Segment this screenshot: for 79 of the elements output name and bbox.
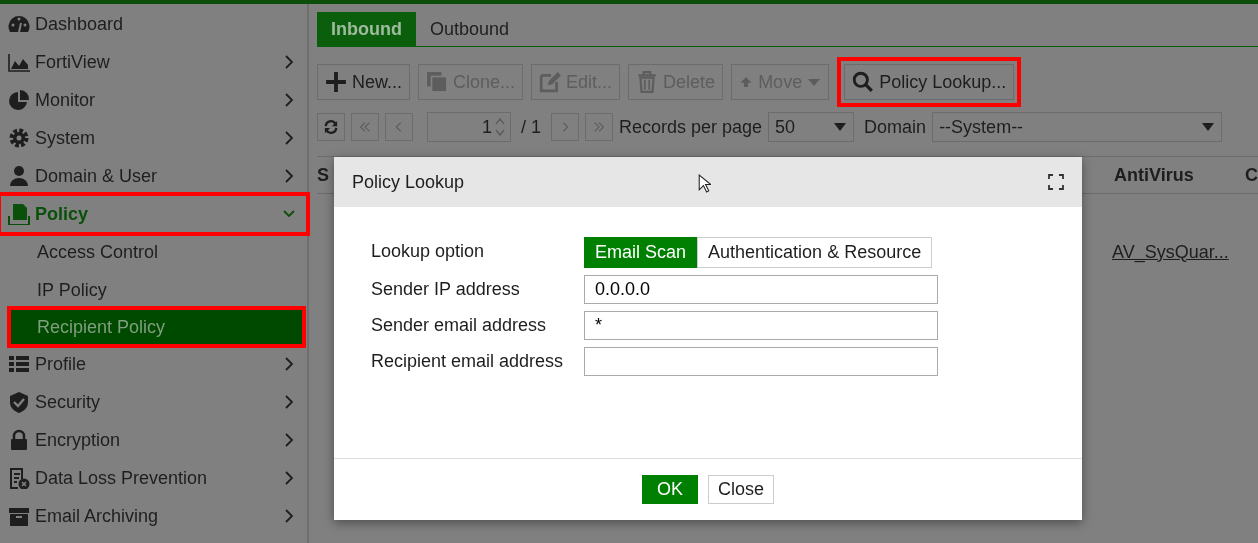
plus-icon	[325, 71, 347, 93]
column-header: C	[1245, 163, 1258, 187]
toolbar-button[interactable]: Policy Lookup...	[844, 64, 1015, 100]
first-page-button[interactable]	[351, 113, 379, 141]
field-label: Recipient email address	[371, 350, 565, 373]
sidebar-item[interactable]: Recipient Policy	[10, 309, 303, 345]
sidebar-item[interactable]: Monitor	[0, 81, 307, 119]
chevron-right-icon	[283, 509, 295, 523]
chevron-right-icon	[283, 55, 295, 69]
chevron-right-icon	[283, 93, 295, 107]
option-button[interactable]: Authentication & Resource	[697, 237, 933, 268]
refresh-button[interactable]	[317, 113, 345, 141]
toolbar-button[interactable]: New...	[317, 64, 410, 100]
maximize-icon[interactable]	[1048, 174, 1064, 190]
sidebar-item[interactable]: Email Archiving	[0, 497, 307, 535]
sidebar-item[interactable]: Dashboard	[0, 5, 307, 43]
previous-page-button[interactable]	[385, 113, 413, 141]
field-label: Lookup option	[371, 240, 486, 263]
copy-icon	[426, 71, 448, 93]
domain-label: Domain	[864, 115, 927, 139]
refresh-icon	[324, 119, 338, 135]
chevron-right-icon	[283, 471, 295, 485]
ok-button[interactable]: OK	[641, 475, 698, 504]
tab[interactable]: Inbound	[317, 12, 416, 46]
cursor-icon	[698, 174, 711, 193]
sidebar-item[interactable]: Policy	[0, 195, 307, 233]
last-page-button[interactable]	[585, 113, 613, 141]
next-page-button[interactable]	[551, 113, 579, 141]
sidebar-item[interactable]: System	[0, 119, 307, 157]
arrow-up-icon	[739, 75, 754, 89]
sidebar-item[interactable]: Access Control	[0, 233, 307, 271]
page-total: / 1	[521, 115, 541, 139]
caret-down-icon	[833, 122, 848, 132]
user-icon	[7, 165, 31, 187]
column-header: AntiVirus	[1114, 163, 1195, 187]
records-label: Records per page	[619, 115, 763, 139]
chevron-right-icon	[283, 131, 295, 145]
dialog-title: Policy Lookup	[352, 170, 465, 194]
shield-check-icon	[7, 391, 31, 413]
sidebar-item[interactable]: FortiView	[0, 43, 307, 81]
close-button[interactable]: Close	[708, 475, 774, 504]
tab[interactable]: Outbound	[415, 12, 524, 46]
area-chart-icon	[7, 51, 31, 73]
option-button[interactable]: Email Scan	[584, 237, 698, 268]
first-page-icon	[358, 119, 372, 135]
last-page-icon	[592, 119, 606, 135]
document-x-icon	[7, 467, 31, 489]
edit-icon	[539, 71, 562, 93]
document-tray-icon	[7, 203, 31, 225]
chevron-right-icon	[283, 357, 295, 371]
input-field[interactable]	[584, 347, 938, 376]
domain-select[interactable]: --System--	[932, 112, 1223, 142]
page-input[interactable]: 1	[427, 112, 511, 142]
field-label: Sender email address	[371, 314, 548, 337]
chevron-right-icon	[283, 169, 295, 183]
records-select[interactable]: 50	[768, 112, 855, 142]
pie-chart-icon	[7, 89, 31, 111]
sidebar-item[interactable]: Domain & User	[0, 157, 307, 195]
list-icon	[7, 353, 31, 375]
sidebar-item[interactable]: Data Loss Prevention	[0, 459, 307, 497]
gear-icon	[7, 127, 31, 149]
input-field[interactable]: *	[584, 311, 938, 340]
field-label: Sender IP address	[371, 278, 521, 301]
chevron-right-icon	[283, 433, 295, 447]
caret-down-icon	[1201, 122, 1216, 132]
search-icon	[852, 71, 875, 93]
column-header: S	[317, 163, 329, 187]
sidebar-item[interactable]: IP Policy	[0, 271, 307, 309]
input-field[interactable]: 0.0.0.0	[584, 275, 938, 304]
sidebar-item[interactable]: Encryption	[0, 421, 307, 459]
trash-icon	[636, 71, 659, 93]
gauge-icon	[7, 13, 31, 35]
caret-down-icon	[807, 77, 822, 87]
spinner-icon	[494, 116, 506, 138]
sidebar-item[interactable]: Security	[0, 383, 307, 421]
table-link[interactable]: AV_SysQuar...	[1112, 238, 1229, 266]
sidebar-item[interactable]: Profile	[0, 345, 307, 383]
chevron-right-icon	[283, 395, 295, 409]
archive-box-icon	[7, 505, 31, 527]
